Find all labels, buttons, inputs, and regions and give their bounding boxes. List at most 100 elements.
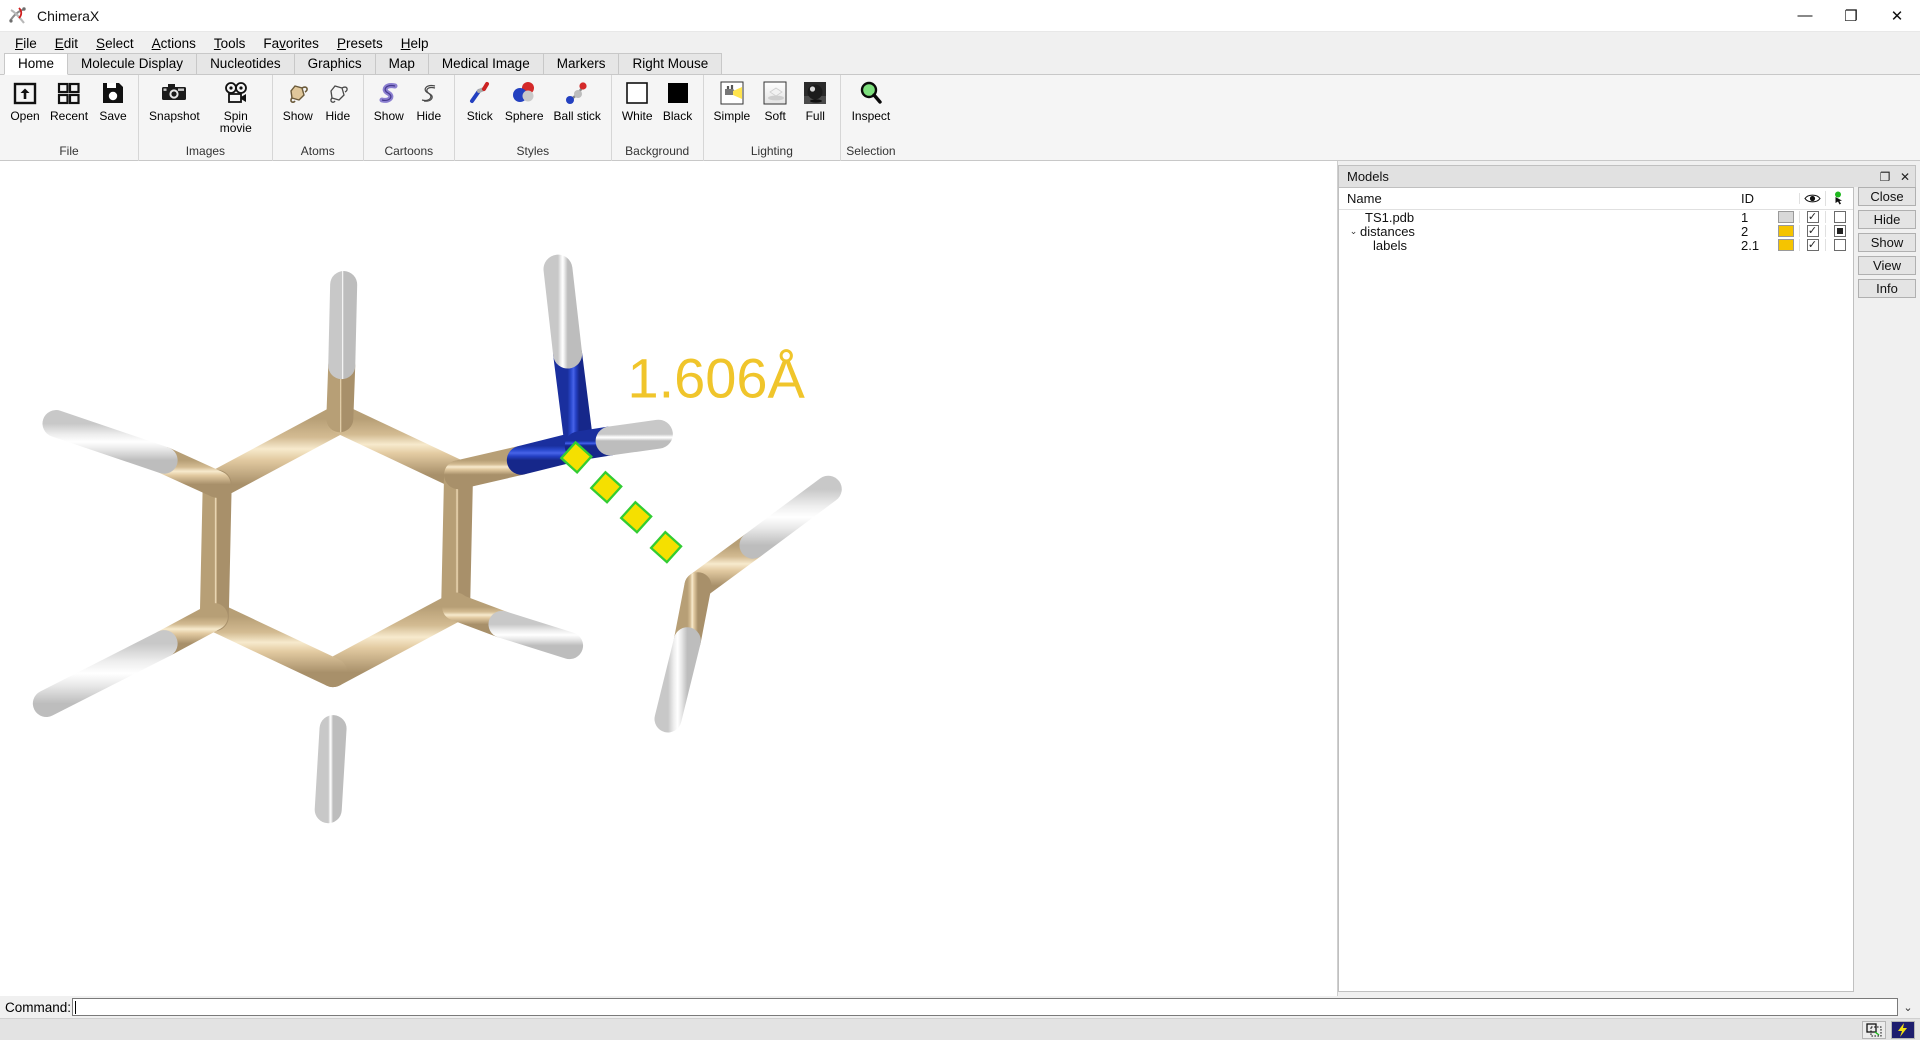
stick-style-button[interactable]: Stick [460, 78, 500, 122]
open-button[interactable]: Open [5, 78, 45, 122]
panel-close-button[interactable]: ✕ [1895, 168, 1915, 186]
ribbon-group-file: Open Recent Save File [0, 75, 140, 161]
undock-button[interactable]: ❐ [1875, 168, 1895, 186]
menu-bar: File Edit Select Actions Tools Favorites… [0, 32, 1920, 54]
atoms-show-button[interactable]: Show [278, 78, 318, 122]
column-header-id[interactable]: ID [1741, 191, 1773, 206]
tab-right-mouse[interactable]: Right Mouse [618, 53, 723, 74]
minimize-button[interactable]: — [1782, 0, 1828, 32]
molecule-viewport[interactable]: 1.606Å [0, 161, 1338, 996]
sphere-style-button[interactable]: Sphere [500, 78, 549, 122]
ribbon-group-label-cartoons: Cartoons [384, 144, 434, 158]
twisty-icon[interactable]: ⌄ [1347, 226, 1360, 237]
menu-tools[interactable]: Tools [205, 34, 255, 53]
snapshot-label: Snapshot [149, 109, 200, 123]
select-checkbox[interactable] [1833, 225, 1846, 237]
ball-stick-style-icon [562, 78, 592, 108]
ribbon-group-label-lighting: Lighting [750, 144, 793, 158]
menu-favorites[interactable]: Favorites [254, 34, 328, 53]
background-white-label: White [621, 109, 653, 123]
color-swatch[interactable] [1778, 225, 1794, 237]
tab-graphics[interactable]: Graphics [293, 53, 376, 74]
selection-region-icon[interactable] [1862, 1020, 1886, 1039]
cartoon-hide-button[interactable]: Hide [409, 78, 449, 122]
shown-checkbox[interactable]: ✓ [1806, 225, 1819, 237]
hide-model-button[interactable]: Hide [1858, 210, 1916, 229]
magnifier-inspect-icon [856, 78, 886, 108]
menu-edit[interactable]: Edit [46, 34, 87, 53]
menu-actions[interactable]: Actions [143, 34, 205, 53]
ribbon-group-label-images: Images [185, 144, 226, 158]
model-id: 2 [1741, 223, 1749, 239]
shown-checkbox[interactable]: ✓ [1806, 211, 1819, 223]
models-panel: Models ❐ ✕ Name ID TS1.pdb 1 ✓ ⌄ distanc… [1338, 161, 1920, 996]
eye-icon[interactable] [1799, 193, 1825, 204]
menu-file[interactable]: File [6, 34, 46, 53]
tab-markers[interactable]: Markers [542, 53, 620, 74]
tab-medical-image[interactable]: Medical Image [427, 53, 544, 74]
model-id: 2.1 [1741, 237, 1760, 253]
lighting-soft-button[interactable]: Soft [755, 78, 795, 122]
ribbon-group-label-file: File [59, 144, 79, 158]
menu-presets[interactable]: Presets [328, 34, 392, 53]
distance-label: 1.606Å [627, 347, 805, 410]
shown-checkbox[interactable]: ✓ [1806, 239, 1819, 251]
inspect-button[interactable]: Inspect [847, 78, 896, 122]
restore-button[interactable]: ❐ [1828, 0, 1874, 32]
inspect-label: Inspect [851, 109, 891, 123]
select-pointer-icon[interactable] [1825, 191, 1853, 206]
distance-dashes [559, 440, 683, 564]
lighting-simple-button[interactable]: Simple [709, 78, 756, 122]
background-white-button[interactable]: White [617, 78, 658, 122]
models-panel-body: Name ID TS1.pdb 1 ✓ ⌄ distances 2 ✓ labe… [1338, 187, 1916, 992]
lighting-soft-label: Soft [764, 109, 786, 123]
ribbon-group-selection: Inspect Selection [841, 75, 900, 161]
info-model-button[interactable]: Info [1858, 279, 1916, 298]
menu-help[interactable]: Help [392, 34, 438, 53]
cartoon-show-label: Show [373, 109, 404, 123]
sphere-style-label: Sphere [504, 109, 544, 123]
ribbon-group-label-styles: Styles [516, 144, 550, 158]
lightning-bolt-icon[interactable] [1891, 1020, 1915, 1039]
model-name: TS1.pdb [1365, 209, 1415, 225]
cartoon-show-button[interactable]: Show [369, 78, 409, 122]
view-model-button[interactable]: View [1858, 256, 1916, 275]
recent-button[interactable]: Recent [45, 78, 93, 122]
save-button[interactable]: Save [93, 78, 133, 122]
open-folder-arrow-icon [10, 78, 40, 108]
close-model-button[interactable]: Close [1858, 187, 1916, 206]
tab-home[interactable]: Home [4, 53, 69, 75]
chevron-down-icon[interactable]: ⌄ [1898, 1001, 1918, 1014]
column-header-name[interactable]: Name [1339, 191, 1741, 206]
show-model-button[interactable]: Show [1858, 233, 1916, 252]
menu-select[interactable]: Select [87, 34, 143, 53]
stick-style-label: Stick [466, 109, 493, 123]
tab-nucleotides[interactable]: Nucleotides [196, 53, 295, 74]
tab-molecule-display[interactable]: Molecule Display [67, 53, 198, 74]
ribbon-group-label-atoms: Atoms [300, 144, 335, 158]
color-swatch[interactable] [1778, 239, 1794, 251]
benzene-ring [199, 404, 474, 688]
atoms-hide-button[interactable]: Hide [318, 78, 358, 122]
camera-icon [159, 78, 189, 108]
background-black-button[interactable]: Black [658, 78, 698, 122]
table-row[interactable]: ⌄ distances 2 ✓ [1339, 223, 1853, 239]
ribbon-group-lighting: Simple Soft Full Lighting [704, 75, 842, 161]
table-row[interactable]: TS1.pdb 1 ✓ [1339, 209, 1853, 225]
models-tree[interactable]: Name ID TS1.pdb 1 ✓ ⌄ distances 2 ✓ labe… [1338, 187, 1854, 992]
close-button[interactable]: ✕ [1874, 0, 1920, 32]
color-swatch[interactable] [1778, 211, 1794, 223]
command-input[interactable] [72, 998, 1898, 1016]
snapshot-button[interactable]: Snapshot [144, 78, 205, 122]
select-checkbox[interactable] [1833, 211, 1846, 223]
tab-map[interactable]: Map [374, 53, 429, 74]
atoms-show-icon [283, 78, 313, 108]
spin-movie-button[interactable]: Spin movie [205, 78, 267, 134]
lighting-full-button[interactable]: Full [795, 78, 835, 122]
select-checkbox[interactable] [1833, 239, 1846, 251]
atoms-show-label: Show [282, 109, 313, 123]
models-panel-titlebar: Models ❐ ✕ [1338, 165, 1916, 187]
table-row[interactable]: labels 2.1 ✓ [1339, 237, 1853, 253]
ball-stick-style-button[interactable]: Ball stick [549, 78, 606, 122]
black-swatch-icon [663, 78, 693, 108]
